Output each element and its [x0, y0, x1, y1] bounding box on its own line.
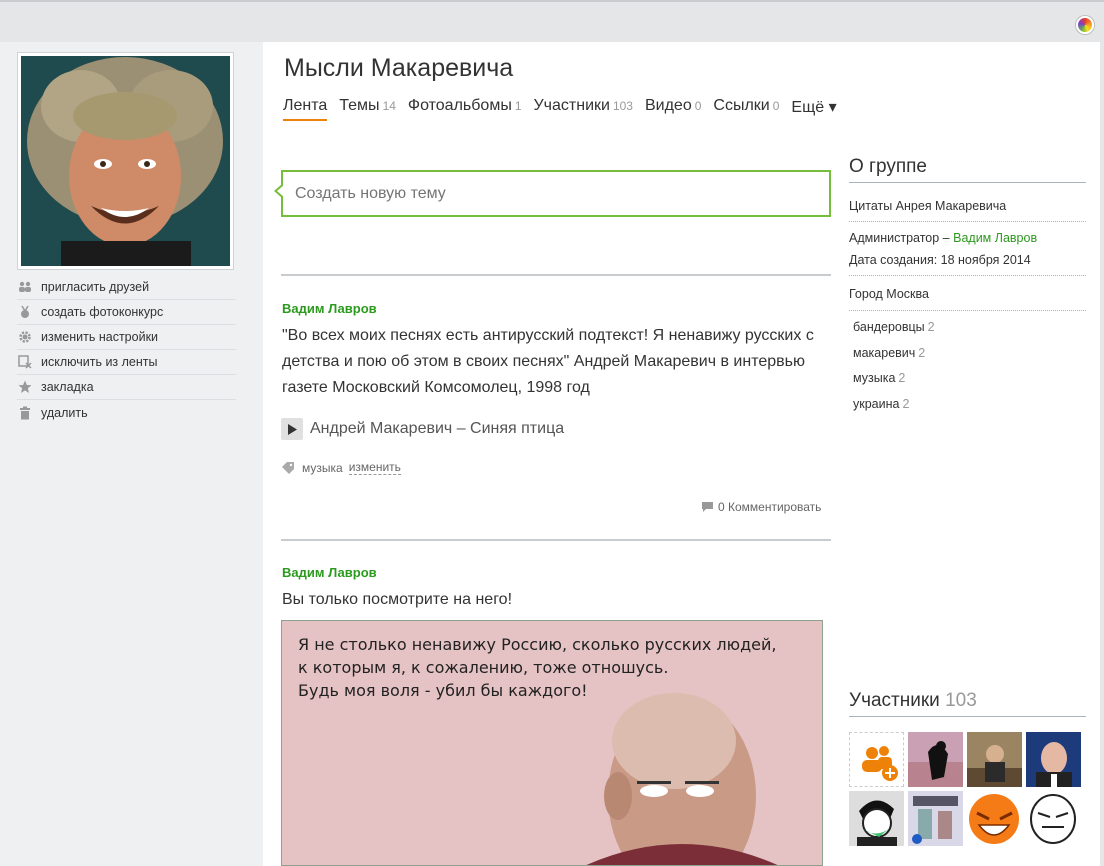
action-delete[interactable]: удалить [17, 400, 236, 425]
member-avatar[interactable] [967, 732, 1022, 787]
tab-links[interactable]: Ссылки 0 [713, 97, 779, 121]
play-icon[interactable] [281, 418, 303, 440]
divider [281, 539, 831, 541]
member-avatar[interactable] [908, 791, 963, 846]
compose-box[interactable] [274, 170, 831, 217]
group-tag[interactable]: музыка 2 [853, 366, 1086, 392]
post-author-link[interactable]: Вадим Лавров [282, 565, 377, 580]
change-tags-link[interactable]: изменить [348, 460, 401, 475]
comment-label: 0 Комментировать [718, 500, 822, 514]
tab-count: 0 [772, 99, 780, 113]
post-tag[interactable]: музыка [302, 461, 343, 475]
tab-photo-albums[interactable]: Фотоальбомы 1 [408, 97, 522, 121]
members-grid [849, 732, 1081, 846]
action-label: изменить настройки [41, 330, 159, 344]
group-tags: бандеровцы 2 макаревич 2 музыка 2 украина 2 [849, 311, 1086, 417]
post-author-link[interactable]: Вадим Лавров [282, 301, 377, 316]
medal-icon [17, 304, 33, 320]
group-avatar[interactable] [17, 52, 234, 270]
new-topic-input[interactable] [283, 172, 829, 215]
tab-more[interactable]: Ещё ▾ [791, 97, 836, 121]
people-icon [17, 279, 33, 295]
tab-feed[interactable]: Лента [283, 97, 328, 121]
invite-member-tile[interactable] [849, 732, 904, 787]
post-text: "Во всех моих песнях есть антирусский по… [282, 327, 814, 396]
admin-link[interactable]: Вадим Лавров [953, 231, 1037, 245]
group-description: Цитаты Анрея Макаревича [849, 183, 1086, 222]
action-change-settings[interactable]: изменить настройки [17, 325, 236, 350]
action-label: создать фотоконкурс [41, 305, 164, 319]
member-avatar[interactable] [908, 732, 963, 787]
divider [281, 274, 831, 276]
left-sidebar: пригласить друзей создать фотоконкурс из… [0, 42, 263, 866]
member-avatar[interactable] [1026, 732, 1081, 787]
group-actions: пригласить друзей создать фотоконкурс из… [17, 275, 236, 425]
comment-button[interactable]: 0 Комментировать [701, 500, 821, 514]
group-admin: Администратор – Вадим Лавров [849, 231, 1038, 245]
group-tag[interactable]: бандеровцы 2 [853, 315, 1086, 341]
audio-track[interactable]: Андрей Макаревич – Синяя птица [281, 418, 564, 440]
post-text: Вы только посмотрите на него! [282, 591, 513, 608]
action-bookmark[interactable]: закладка [17, 375, 236, 400]
member-avatar[interactable] [967, 791, 1022, 846]
about-heading: О группе [849, 156, 1086, 183]
image-caption: Я не столько ненавижу Россию, сколько ру… [298, 635, 777, 700]
post-tags: музыка изменить [282, 460, 401, 475]
star-icon [17, 379, 33, 395]
avatar-photo [21, 56, 230, 266]
gear-icon [17, 329, 33, 345]
tab-count: 1 [514, 99, 522, 113]
members-count: 103 [945, 690, 977, 711]
post-image[interactable]: Я не столько ненавижу Россию, сколько ру… [281, 620, 823, 866]
group-created: Дата создания: 18 ноября 2014 [849, 245, 1086, 276]
tab-video[interactable]: Видео 0 [645, 97, 701, 121]
comment-icon [702, 502, 713, 512]
about-group-panel: О группе Цитаты Анрея Макаревича Админис… [849, 156, 1086, 417]
group-city: Город Москва [849, 276, 1086, 311]
top-toolbar [0, 0, 1104, 42]
audio-title: Андрей Макаревич – Синяя птица [310, 420, 565, 437]
main-content: Мысли Макаревича Лента Темы 14 Фотоальбом… [263, 42, 1100, 866]
group-title: Мысли Макаревича [284, 54, 514, 82]
action-invite-friends[interactable]: пригласить друзей [17, 275, 236, 300]
group-tag[interactable]: украина 2 [853, 392, 1086, 418]
right-edge [1100, 42, 1104, 866]
action-exclude-from-feed[interactable]: исключить из ленты [17, 350, 236, 375]
members-panel: Участники 103 [849, 690, 1086, 717]
action-create-photo-contest[interactable]: создать фотоконкурс [17, 300, 236, 325]
trash-icon [17, 405, 33, 421]
members-heading[interactable]: Участники 103 [849, 690, 1086, 717]
tab-count: 103 [612, 99, 633, 113]
group-tabs: Лента Темы 14 Фотоальбомы 1 Участники 103 В… [283, 97, 849, 121]
member-avatar[interactable] [1026, 791, 1081, 846]
tab-topics[interactable]: Темы 14 [339, 97, 396, 121]
tab-count: 0 [694, 99, 702, 113]
action-label: пригласить друзей [41, 280, 150, 294]
action-label: закладка [41, 380, 94, 394]
action-label: исключить из ленты [41, 355, 158, 369]
color-theme-icon[interactable] [1076, 16, 1094, 34]
group-tag[interactable]: макаревич 2 [853, 341, 1086, 367]
action-label: удалить [41, 405, 88, 420]
tag-icon [282, 461, 294, 474]
tab-members[interactable]: Участники 103 [534, 97, 633, 121]
add-member-icon [850, 733, 903, 786]
member-avatar[interactable] [849, 791, 904, 846]
tab-count: 14 [382, 99, 396, 113]
exclude-icon [17, 354, 33, 370]
